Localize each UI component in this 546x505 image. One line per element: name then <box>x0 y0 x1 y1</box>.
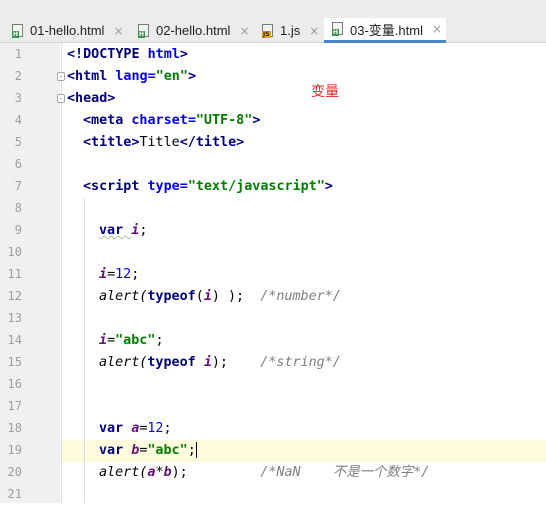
line-number: 7 <box>14 179 22 193</box>
line-number: 2 <box>14 69 22 83</box>
html-file-icon: H <box>332 22 344 36</box>
editor-tab-bar: H 01-hello.html × H 02-hello.html × JS 1… <box>0 0 546 43</box>
code-line-2[interactable]: <html lang="en"> <box>67 66 196 88</box>
close-icon[interactable]: × <box>239 24 249 38</box>
line-number: 1 <box>14 47 22 61</box>
line-number: 5 <box>14 135 22 149</box>
html-file-icon: H <box>138 23 150 38</box>
code-line-4[interactable]: <meta charset="UTF-8"> <box>83 110 260 132</box>
line-number: 4 <box>14 113 22 127</box>
code-line-18[interactable]: var a=12; <box>99 418 172 440</box>
js-file-icon: JS <box>262 23 274 38</box>
tab-1-js[interactable]: JS 1.js × <box>262 18 324 43</box>
code-line-1[interactable]: <!DOCTYPE html> <box>67 44 188 66</box>
code-line-20[interactable]: alert(a*b); /*NaN 不是一个数字*/ <box>99 462 429 484</box>
code-line-7[interactable]: <script type="text/javascript"> <box>83 176 333 198</box>
code-line-19[interactable]: var b="abc"; <box>99 440 197 462</box>
tab-02-hello[interactable]: H 02-hello.html × <box>138 18 260 43</box>
line-number: 17 <box>7 399 22 413</box>
close-icon[interactable]: × <box>309 24 319 38</box>
line-number: 8 <box>14 201 22 215</box>
html-file-icon: H <box>12 23 24 38</box>
line-number: 10 <box>7 245 22 259</box>
code-line-11[interactable]: i=12; <box>99 264 139 286</box>
line-number: 13 <box>7 311 22 325</box>
line-number: 11 <box>7 267 22 281</box>
line-number: 20 <box>7 465 22 479</box>
code-line-15[interactable]: alert(typeof i); /*string*/ <box>99 352 341 374</box>
tab-label: 01-hello.html <box>30 23 105 38</box>
line-number: 19 <box>7 443 22 457</box>
indent-guide <box>84 198 85 503</box>
close-icon[interactable]: × <box>432 22 442 36</box>
fold-toggle-icon[interactable]: - <box>57 72 65 81</box>
line-number-gutter: 1 2 3 4 5 6 7 8 9 10 11 12 13 14 15 16 1… <box>0 43 60 503</box>
tab-label: 02-hello.html <box>156 23 231 38</box>
text-caret <box>195 442 197 458</box>
code-line-14[interactable]: i="abc"; <box>99 330 164 352</box>
line-number: 6 <box>14 157 22 171</box>
code-line-9[interactable]: var i; <box>99 220 147 242</box>
gutter-divider <box>61 43 62 503</box>
fold-toggle-icon[interactable]: - <box>57 94 65 103</box>
tab-01-hello[interactable]: H 01-hello.html × <box>12 18 134 43</box>
tab-label: 1.js <box>280 23 301 38</box>
line-number: 21 <box>7 487 22 501</box>
line-number: 3 <box>14 91 22 105</box>
code-line-12[interactable]: alert(typeof(i) ); /*number*/ <box>99 286 341 308</box>
variables-annotation: 变量 <box>311 84 339 100</box>
line-number: 18 <box>7 421 22 435</box>
tab-03-variables[interactable]: H 03-变量.html × <box>324 18 446 43</box>
line-number: 14 <box>7 333 22 347</box>
code-line-5[interactable]: <title>Title</title> <box>83 132 244 154</box>
line-number: 15 <box>7 355 22 369</box>
line-number: 16 <box>7 377 22 391</box>
close-icon[interactable]: × <box>113 24 123 38</box>
code-line-3[interactable]: <head> <box>67 88 115 110</box>
line-number: 12 <box>7 289 22 303</box>
line-number: 9 <box>14 223 22 237</box>
tab-label: 03-变量.html <box>350 22 423 38</box>
